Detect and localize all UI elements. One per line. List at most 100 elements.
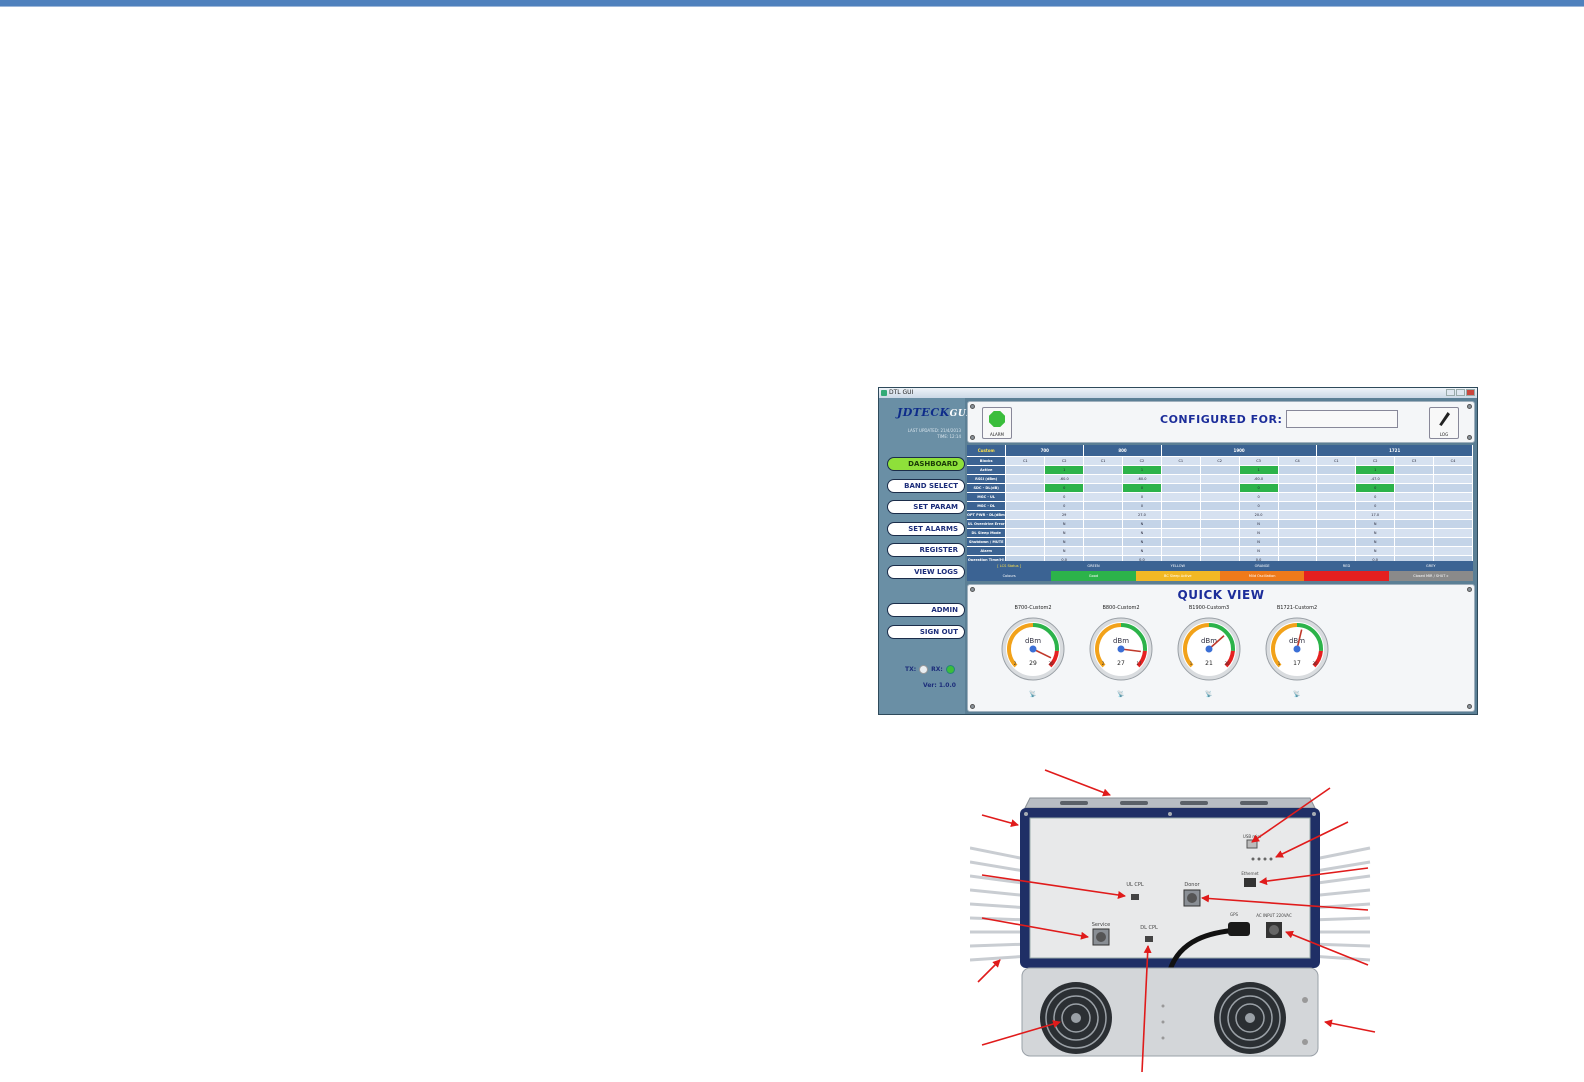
band-header: 700 — [1005, 445, 1085, 457]
table-cell — [1161, 483, 1201, 493]
table-cell — [1083, 546, 1123, 556]
table-cell: N — [1044, 546, 1085, 556]
nav-set-alarms-button[interactable]: SET ALARMS — [887, 521, 965, 536]
table-row: UL Overdrive Error N N N N — [967, 519, 1473, 529]
tx-indicator-icon — [919, 665, 929, 674]
legend-swatch: Mild Oscillation — [1219, 571, 1305, 581]
ethernet-label: Ethernet — [1241, 871, 1259, 876]
app-logo: JDTECKGUI — [897, 406, 971, 419]
table-cell: 0 — [1239, 483, 1279, 493]
alarm-button[interactable]: ALARM — [982, 407, 1012, 439]
legend-head: [ LCS Status ] — [967, 561, 1052, 571]
gauge-unit: dBm — [1289, 637, 1305, 645]
table-cell: 29 — [1044, 510, 1085, 520]
table-cell: 0 — [1044, 501, 1085, 511]
table-cell — [1161, 537, 1201, 547]
row-label: Alarm — [967, 546, 1007, 556]
table-row: Active 1 1 1 1 — [967, 465, 1473, 475]
ac-input-label: AC INPUT 220VAC — [1256, 913, 1292, 918]
logo-main: JDTECK — [897, 406, 950, 419]
table-cell — [1005, 537, 1046, 547]
gauge-dial: dBm1 30 — [1177, 617, 1241, 681]
table-cell — [1316, 492, 1357, 502]
fan-left — [1040, 982, 1112, 1054]
nav-register-button[interactable]: REGISTER — [887, 543, 965, 557]
legend-head: YELLOW — [1135, 561, 1220, 571]
table-cell — [1005, 483, 1046, 493]
table-cell: 0 — [1122, 492, 1162, 502]
table-cell: N — [1355, 528, 1396, 538]
time-label: TIME: 12:14 — [937, 434, 961, 439]
admin-button[interactable]: ADMIN — [887, 603, 965, 617]
band-header-row: Custom 700 800 1900 1721 — [967, 445, 1473, 457]
table-cell — [1433, 483, 1473, 493]
status-table: Custom 700 800 1900 1721 Blocks C1 C2 C1 C2 C1 C2 C3… — [967, 445, 1473, 565]
row-label: UL Overdrive Error — [967, 519, 1007, 529]
sign-out-button[interactable]: SIGN OUT — [887, 625, 965, 639]
table-cell: -60.0 — [1044, 474, 1085, 484]
gauge: B700-Custom2 dBm 2 30 29 📡 — [998, 605, 1068, 705]
sidebar: JDTECKGUI LAST UPDATED: 21/4/2013 TIME: … — [879, 398, 970, 714]
gauge-dial: dBm2 17 — [1089, 617, 1153, 681]
legend-swatch: Closed MIR / SHUT c — [1388, 571, 1473, 581]
table-cell — [1200, 537, 1240, 547]
table-cell — [1200, 510, 1240, 520]
rx-label: RX: — [931, 666, 943, 673]
window-controls — [1446, 389, 1475, 396]
minimize-icon[interactable] — [1446, 389, 1455, 396]
table-cell: -60.0 — [1122, 474, 1162, 484]
table-row: MGC - DL 0 0 0 0 — [967, 501, 1473, 511]
service-port: Service — [1092, 922, 1110, 946]
nav-set-param-button[interactable]: SET PARAM — [887, 500, 965, 514]
close-icon[interactable] — [1466, 389, 1475, 396]
table-cell — [1005, 528, 1046, 538]
log-button[interactable]: LOG — [1429, 407, 1459, 439]
gauge-unit: dBm — [1025, 637, 1041, 645]
gauge-value: 27 — [1117, 660, 1125, 667]
table-cell: -60.0 — [1239, 474, 1279, 484]
nav-view-logs-button[interactable]: VIEW LOGS — [887, 564, 965, 579]
table-cell — [1433, 546, 1473, 556]
table-cell — [1278, 528, 1318, 538]
channel-header: C2 — [1355, 456, 1396, 466]
legend-head: RED — [1304, 561, 1389, 571]
antenna-icon: 📡 — [1029, 691, 1037, 698]
table-cell — [1394, 510, 1434, 520]
row-label: SDC - DL(dB) — [967, 483, 1007, 493]
table-cell — [1005, 519, 1046, 529]
table-cell: 27.0 — [1122, 510, 1162, 520]
table-cell — [1394, 474, 1434, 484]
table-cell — [1394, 519, 1434, 529]
table-cell — [1316, 519, 1357, 529]
table-cell: N — [1239, 537, 1279, 547]
row-label: MGC - UL — [967, 492, 1007, 502]
legend-swatch: BC Sleep Active — [1135, 571, 1220, 581]
row-label: RSSI (dBm) — [967, 474, 1007, 484]
gauge-hub — [1205, 645, 1213, 653]
row-label: Blocks — [967, 456, 1007, 466]
table-cell — [1005, 474, 1046, 484]
table-cell: 0 — [1355, 483, 1396, 493]
table-corner-label: Custom — [967, 445, 1007, 457]
table-cell — [1433, 537, 1473, 547]
configured-for-field[interactable] — [1286, 410, 1398, 428]
nav-band-select-button[interactable]: BAND SELECT — [887, 478, 965, 493]
table-cell — [1316, 465, 1357, 475]
table-cell — [1005, 492, 1046, 502]
nav-dashboard-button[interactable]: DASHBOARD — [887, 457, 965, 471]
alarm-octagon-icon — [989, 411, 1005, 427]
table-cell — [1316, 474, 1357, 484]
table-cell — [1278, 465, 1318, 475]
channel-header: C2 — [1122, 456, 1162, 466]
window-titlebar: DTL GUI — [879, 388, 1477, 398]
table-cell: 0 — [1355, 501, 1396, 511]
table-cell — [1083, 474, 1123, 484]
table-row: Alarm N N N N — [967, 546, 1473, 556]
fan-right — [1214, 982, 1286, 1054]
maximize-icon[interactable] — [1456, 389, 1465, 396]
screw-icon — [970, 435, 975, 440]
channel-header: C2 — [1044, 456, 1085, 466]
table-cell: 0 — [1355, 492, 1396, 502]
table-cell — [1278, 474, 1318, 484]
cable-connector — [1228, 922, 1250, 936]
